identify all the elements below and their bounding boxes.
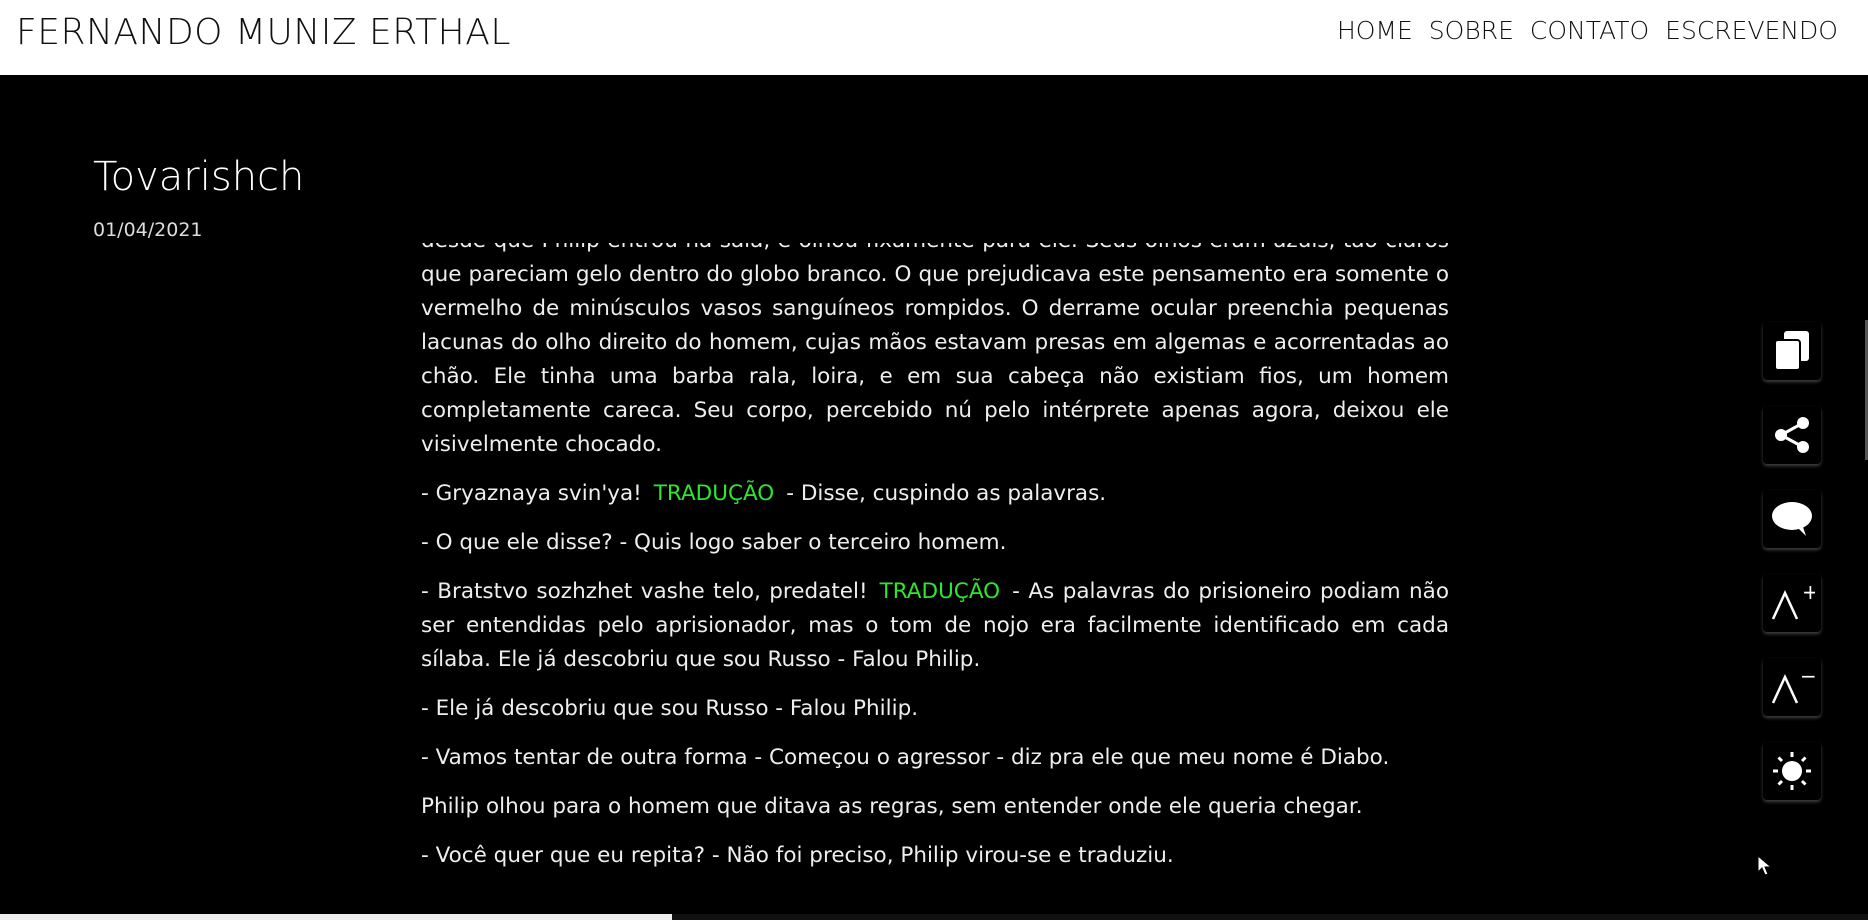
post-title: Tovarishch — [93, 154, 305, 200]
narration: - Disse, cuspindo as palavras. — [786, 481, 1107, 506]
nav-sobre[interactable]: SOBRE — [1429, 16, 1514, 45]
copy-icon — [1774, 331, 1809, 371]
paragraph: - Bratstvo sozhzhet vashe telo, predatel… — [421, 575, 1449, 677]
nav-contato[interactable]: CONTATO — [1530, 16, 1649, 45]
font-decrease-button[interactable]: − — [1763, 658, 1821, 716]
paragraph: - Gryaznaya svin'ya! TRADUÇÃO - Disse, cus… — [421, 477, 1449, 511]
copy-button[interactable] — [1763, 322, 1821, 380]
translation-link[interactable]: TRADUÇÃO — [654, 481, 774, 506]
reading-progress-fill — [0, 914, 673, 920]
font-increase-icon: + — [1771, 583, 1815, 620]
paragraph: Philip olhou para o homem que ditava as … — [421, 794, 1363, 819]
share-icon — [1775, 417, 1809, 453]
site-header: FERNANDO MUNIZ ERTHAL HOME SOBRE CONTATO… — [0, 0, 1868, 75]
brightness-icon — [1773, 752, 1811, 790]
paragraph: desde que Philip entrou na sala, e olhou… — [421, 243, 1449, 457]
article-body: desde que Philip entrou na sala, e olhou… — [421, 243, 1449, 913]
comment-button[interactable] — [1763, 490, 1821, 548]
russian-quote: - Gryaznaya svin'ya! — [421, 481, 642, 506]
post-date: 01/04/2021 — [93, 219, 203, 241]
nav-home[interactable]: HOME — [1337, 16, 1413, 45]
reading-progress-bar — [0, 914, 1868, 920]
comment-icon — [1772, 502, 1812, 536]
font-increase-button[interactable]: + — [1763, 574, 1821, 632]
paragraph: - Você quer que eu repita? - Não foi pre… — [421, 843, 1174, 868]
russian-quote: - Bratstvo sozhzhet vashe telo, predatel… — [421, 579, 868, 604]
font-increase-sign: + — [1802, 583, 1815, 604]
paragraph: - Ele já descobriu que sou Russo - Falou… — [421, 696, 919, 721]
reading-tools: + − — [1763, 322, 1821, 826]
brightness-button[interactable] — [1763, 742, 1821, 800]
paragraph: - O que ele disse? - Quis logo saber o t… — [421, 530, 1007, 555]
nav-escrevendo[interactable]: ESCREVENDO — [1665, 16, 1838, 45]
site-title[interactable]: FERNANDO MUNIZ ERTHAL — [16, 12, 511, 53]
mouse-cursor-icon — [1757, 855, 1773, 876]
font-decrease-sign: − — [1800, 667, 1815, 688]
translation-link[interactable]: TRADUÇÃO — [880, 579, 1000, 604]
font-decrease-icon: − — [1771, 667, 1815, 704]
main-nav: HOME SOBRE CONTATO ESCREVENDO — [1337, 16, 1838, 45]
share-button[interactable] — [1763, 406, 1821, 464]
paragraph: - Vamos tentar de outra forma - Começou … — [421, 745, 1390, 770]
